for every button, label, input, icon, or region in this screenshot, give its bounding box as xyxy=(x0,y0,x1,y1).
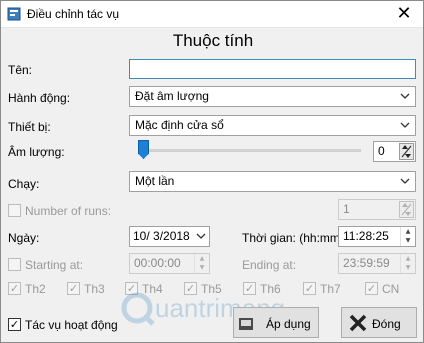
date-picker[interactable]: 10/ 3/2018 xyxy=(129,226,210,247)
day-checkbox-cn[interactable]: ✓ xyxy=(365,282,378,295)
ending-at-label: Ending at: xyxy=(242,258,297,272)
name-label: Tên: xyxy=(8,63,33,77)
day-checkbox-th5[interactable]: ✓ xyxy=(184,282,197,295)
day-label: CN xyxy=(382,282,400,296)
starting-at-checkbox[interactable] xyxy=(8,258,21,271)
day-checkbox-th6[interactable]: ✓ xyxy=(243,282,256,295)
close-button-label: Đóng xyxy=(372,317,401,331)
apply-button[interactable]: Áp dụng xyxy=(233,307,319,338)
time-label: Thời gian: (hh:mm:s xyxy=(242,231,350,245)
number-of-runs-checkbox[interactable] xyxy=(8,204,21,217)
volume-value: 0 xyxy=(378,144,385,158)
time-value: 11:28:25 xyxy=(343,229,389,243)
chevron-down-icon xyxy=(400,122,410,128)
number-of-runs-label: Number of runs: xyxy=(25,204,112,218)
cancel-x-icon xyxy=(349,314,367,332)
volume-spinbox[interactable]: 0 xyxy=(373,141,416,162)
title-bar[interactable]: Điều chỉnh tác vụ ✕ xyxy=(1,1,423,28)
day-label: Th6 xyxy=(260,282,281,296)
spin-updown-icon[interactable]: ▲ ▼ xyxy=(400,254,415,273)
device-select-value: Mặc định cửa sổ xyxy=(135,118,224,132)
spin-updown-icon[interactable] xyxy=(399,143,414,160)
section-heading: Thuộc tính xyxy=(172,31,254,50)
day-checkbox-th7[interactable]: ✓ xyxy=(303,282,316,295)
number-of-runs-spinbox[interactable]: 1 xyxy=(338,199,416,220)
day-label: Th2 xyxy=(25,282,46,296)
window-title: Điều chỉnh tác vụ xyxy=(27,7,120,21)
run-select-value: Một lần xyxy=(135,174,175,188)
device-select[interactable]: Mặc định cửa sổ xyxy=(129,115,416,136)
action-label: Hành động: xyxy=(8,91,71,105)
volume-slider-thumb[interactable] xyxy=(138,140,149,159)
chevron-down-icon xyxy=(400,178,410,184)
day-label: Th3 xyxy=(84,282,105,296)
day-checkbox-th4[interactable]: ✓ xyxy=(125,282,138,295)
active-task-label: Tác vụ hoạt động xyxy=(25,318,118,332)
ending-at-value: 23:59:59 xyxy=(343,256,390,270)
apply-icon xyxy=(239,318,253,330)
dialog-app-icon xyxy=(7,7,21,21)
volume-label: Âm lượng: xyxy=(8,145,65,159)
date-label: Ngày: xyxy=(8,231,40,245)
date-value: 10/ 3/2018 xyxy=(133,229,190,243)
starting-at-value: 00:00:00 xyxy=(134,256,181,270)
number-of-runs-value: 1 xyxy=(343,202,350,216)
spin-updown-icon[interactable]: ▲ ▼ xyxy=(194,254,209,273)
run-label: Chạy: xyxy=(8,177,40,191)
apply-button-label: Áp dụng xyxy=(266,317,311,331)
volume-slider-track[interactable] xyxy=(139,149,361,152)
action-select[interactable]: Đặt âm lượng xyxy=(129,86,416,107)
starting-at-label: Starting at: xyxy=(25,258,84,272)
spin-updown-icon[interactable]: ▲ ▼ xyxy=(400,227,415,246)
starting-at-spinbox[interactable]: 00:00:00 ▲ ▼ xyxy=(129,253,210,274)
time-spinbox[interactable]: 11:28:25 ▲ ▼ xyxy=(338,226,416,247)
day-checkbox-th3[interactable]: ✓ xyxy=(67,282,80,295)
spin-updown-icon[interactable] xyxy=(399,201,414,218)
device-label: Thiết bị: xyxy=(8,120,51,134)
active-task-checkbox[interactable]: ✓ xyxy=(8,318,21,331)
day-checkbox-th2[interactable]: ✓ xyxy=(8,282,21,295)
name-input[interactable] xyxy=(129,59,416,79)
chevron-down-icon xyxy=(400,93,410,99)
close-icon[interactable]: ✕ xyxy=(393,3,415,25)
day-label: Th7 xyxy=(320,282,341,296)
chevron-down-icon xyxy=(196,233,206,239)
dialog-window: Điều chỉnh tác vụ ✕ Thuộc tính Tên: Hành… xyxy=(0,0,424,343)
ending-at-spinbox[interactable]: 23:59:59 ▲ ▼ xyxy=(338,253,416,274)
close-button[interactable]: Đóng xyxy=(341,307,417,338)
action-select-value: Đặt âm lượng xyxy=(135,89,209,103)
day-label: Th5 xyxy=(201,282,222,296)
run-select[interactable]: Một lần xyxy=(129,171,416,192)
day-label: Th4 xyxy=(142,282,163,296)
